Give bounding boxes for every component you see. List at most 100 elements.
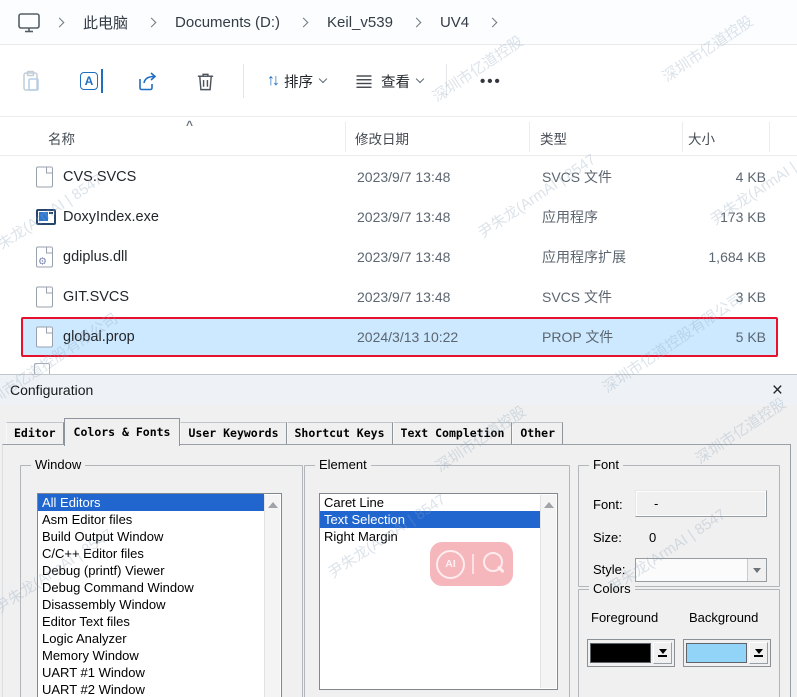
- search-icon[interactable]: [481, 550, 507, 578]
- list-item[interactable]: Editor Text files: [38, 613, 264, 630]
- list-item[interactable]: UART #1 Window: [38, 664, 264, 681]
- breadcrumb-item[interactable]: 此电脑: [77, 9, 134, 36]
- dropdown-bar-icon: [754, 655, 763, 657]
- breadcrumb-item[interactable]: UV4: [434, 11, 475, 34]
- color-dropdown-button[interactable]: [749, 642, 768, 664]
- paste-icon: [19, 69, 43, 93]
- dialog-tab[interactable]: User Keywords: [180, 422, 286, 444]
- rename-button[interactable]: A: [60, 59, 118, 103]
- breadcrumb: 此电脑 Documents (D:) Keil_v539 UV4: [0, 0, 797, 45]
- element-listbox[interactable]: Caret Line Text Selection Right Margin: [319, 493, 558, 690]
- file-date: 2023/9/7 13:48: [357, 169, 450, 185]
- file-name: GIT.SVCS: [63, 289, 129, 305]
- window-listbox[interactable]: All Editors Asm Editor files Build Outpu…: [37, 493, 282, 697]
- list-item[interactable]: Disassembly Window: [38, 596, 264, 613]
- dropdown-arrow-icon: [755, 649, 763, 654]
- dialog-tab[interactable]: Text Completion: [393, 422, 513, 444]
- column-header-type[interactable]: 类型: [540, 128, 567, 148]
- dialog-tab[interactable]: Shortcut Keys: [287, 422, 393, 444]
- dialog-tab[interactable]: Editor: [6, 422, 64, 444]
- screen: 此电脑 Documents (D:) Keil_v539 UV4 A: [0, 0, 797, 697]
- trash-icon: [194, 70, 217, 93]
- list-item[interactable]: Debug Command Window: [38, 579, 264, 596]
- file-icon: [36, 209, 56, 225]
- list-item[interactable]: Text Selection: [320, 511, 540, 528]
- chevron-right-icon: [299, 17, 309, 27]
- list-item[interactable]: Right Margin: [320, 528, 540, 545]
- style-combobox[interactable]: [635, 558, 767, 582]
- window-group-label: Window: [31, 457, 85, 472]
- share-icon: [135, 69, 159, 93]
- list-item[interactable]: Caret Line: [320, 494, 540, 511]
- background-label: Background: [689, 610, 758, 625]
- configuration-dialog: Configuration × Editor Colors & Fonts Us…: [0, 374, 797, 697]
- file-size: 1,684 KB: [708, 249, 766, 265]
- toolbar-divider: [243, 64, 244, 98]
- table-row[interactable]: CVS.SVCS 2023/9/7 13:48 SVCS 文件 4 KB: [21, 157, 778, 197]
- dialog-titlebar: Configuration ×: [0, 375, 797, 405]
- file-date: 2023/9/7 13:48: [357, 289, 450, 305]
- combobox-dropdown-icon[interactable]: [747, 559, 766, 581]
- list-item[interactable]: Build Output Window: [38, 528, 264, 545]
- column-header-name[interactable]: 名称: [48, 128, 75, 148]
- file-icon: [36, 167, 53, 188]
- table-row[interactable]: GIT.SVCS 2023/9/7 13:48 SVCS 文件 3 KB: [21, 277, 778, 317]
- list-item[interactable]: All Editors: [38, 494, 264, 511]
- dialog-tab[interactable]: Other: [512, 422, 563, 444]
- file-name: DoxyIndex.exe: [63, 209, 159, 225]
- list-item[interactable]: Logic Analyzer: [38, 630, 264, 647]
- window-group: Window All Editors Asm Editor files Buil…: [20, 465, 303, 697]
- font-field-label: Font:: [593, 497, 623, 512]
- view-label: 查看: [381, 71, 410, 92]
- sort-icon: ↑↓: [267, 72, 277, 90]
- dialog-tab[interactable]: Colors & Fonts: [64, 418, 181, 446]
- color-dropdown-button[interactable]: [653, 642, 672, 664]
- list-item[interactable]: Asm Editor files: [38, 511, 264, 528]
- table-row[interactable]: gdiplus.dll 2023/9/7 13:48 应用程序扩展 1,684 …: [21, 237, 778, 277]
- table-row[interactable]: global.prop 2024/3/13 10:22 PROP 文件 5 KB: [21, 317, 778, 357]
- list-item[interactable]: Memory Window: [38, 647, 264, 664]
- column-divider[interactable]: [529, 122, 530, 152]
- breadcrumb-items: 此电脑 Documents (D:) Keil_v539 UV4: [42, 9, 475, 36]
- view-button[interactable]: 查看: [340, 59, 437, 103]
- breadcrumb-item[interactable]: Documents (D:): [169, 11, 286, 34]
- breadcrumb-item[interactable]: Keil_v539: [321, 11, 399, 34]
- font-select-button[interactable]: -: [635, 490, 767, 517]
- column-header-date[interactable]: 修改日期: [355, 128, 409, 148]
- column-divider[interactable]: [682, 122, 683, 152]
- file-size: 5 KB: [736, 329, 766, 345]
- column-divider[interactable]: [345, 122, 346, 152]
- sort-button[interactable]: ↑↓ 排序: [253, 59, 340, 103]
- close-icon[interactable]: ×: [772, 381, 783, 400]
- tab-strip: Editor Colors & Fonts User Keywords Shor…: [6, 415, 563, 445]
- column-header-size[interactable]: 大小: [688, 128, 715, 148]
- ai-assistant-overlay[interactable]: AI: [430, 542, 513, 586]
- size-field-label: Size:: [593, 530, 622, 545]
- foreground-swatch[interactable]: [587, 639, 675, 667]
- column-divider[interactable]: [769, 122, 770, 152]
- file-icon: [36, 247, 53, 268]
- file-size: 4 KB: [736, 169, 766, 185]
- background-swatch[interactable]: [683, 639, 771, 667]
- table-row[interactable]: DoxyIndex.exe 2023/9/7 13:48 应用程序 173 KB: [21, 197, 778, 237]
- chevron-right-icon: [488, 17, 498, 27]
- paste-button[interactable]: [2, 59, 60, 103]
- element-list: Caret Line Text Selection Right Margin: [320, 494, 557, 545]
- list-item[interactable]: UART #2 Window: [38, 681, 264, 697]
- colors-group-label: Colors: [589, 581, 635, 596]
- element-group-label: Element: [315, 457, 371, 472]
- file-type: 应用程序扩展: [542, 247, 626, 267]
- scrollbar[interactable]: [264, 495, 280, 697]
- more-button[interactable]: •••: [456, 73, 526, 90]
- file-type: 应用程序: [542, 207, 598, 227]
- delete-button[interactable]: [176, 59, 234, 103]
- ai-icon[interactable]: AI: [436, 550, 465, 579]
- font-group: Font Font: - Size: 0 Style:: [578, 465, 780, 587]
- list-item[interactable]: C/C++ Editor files: [38, 545, 264, 562]
- list-header: ^ 名称 修改日期 类型 大小: [0, 118, 797, 156]
- this-pc-icon[interactable]: [16, 10, 42, 35]
- scrollbar[interactable]: [540, 495, 556, 688]
- share-button[interactable]: [118, 59, 176, 103]
- list-item[interactable]: Debug (printf) Viewer: [38, 562, 264, 579]
- sort-label: 排序: [284, 71, 313, 92]
